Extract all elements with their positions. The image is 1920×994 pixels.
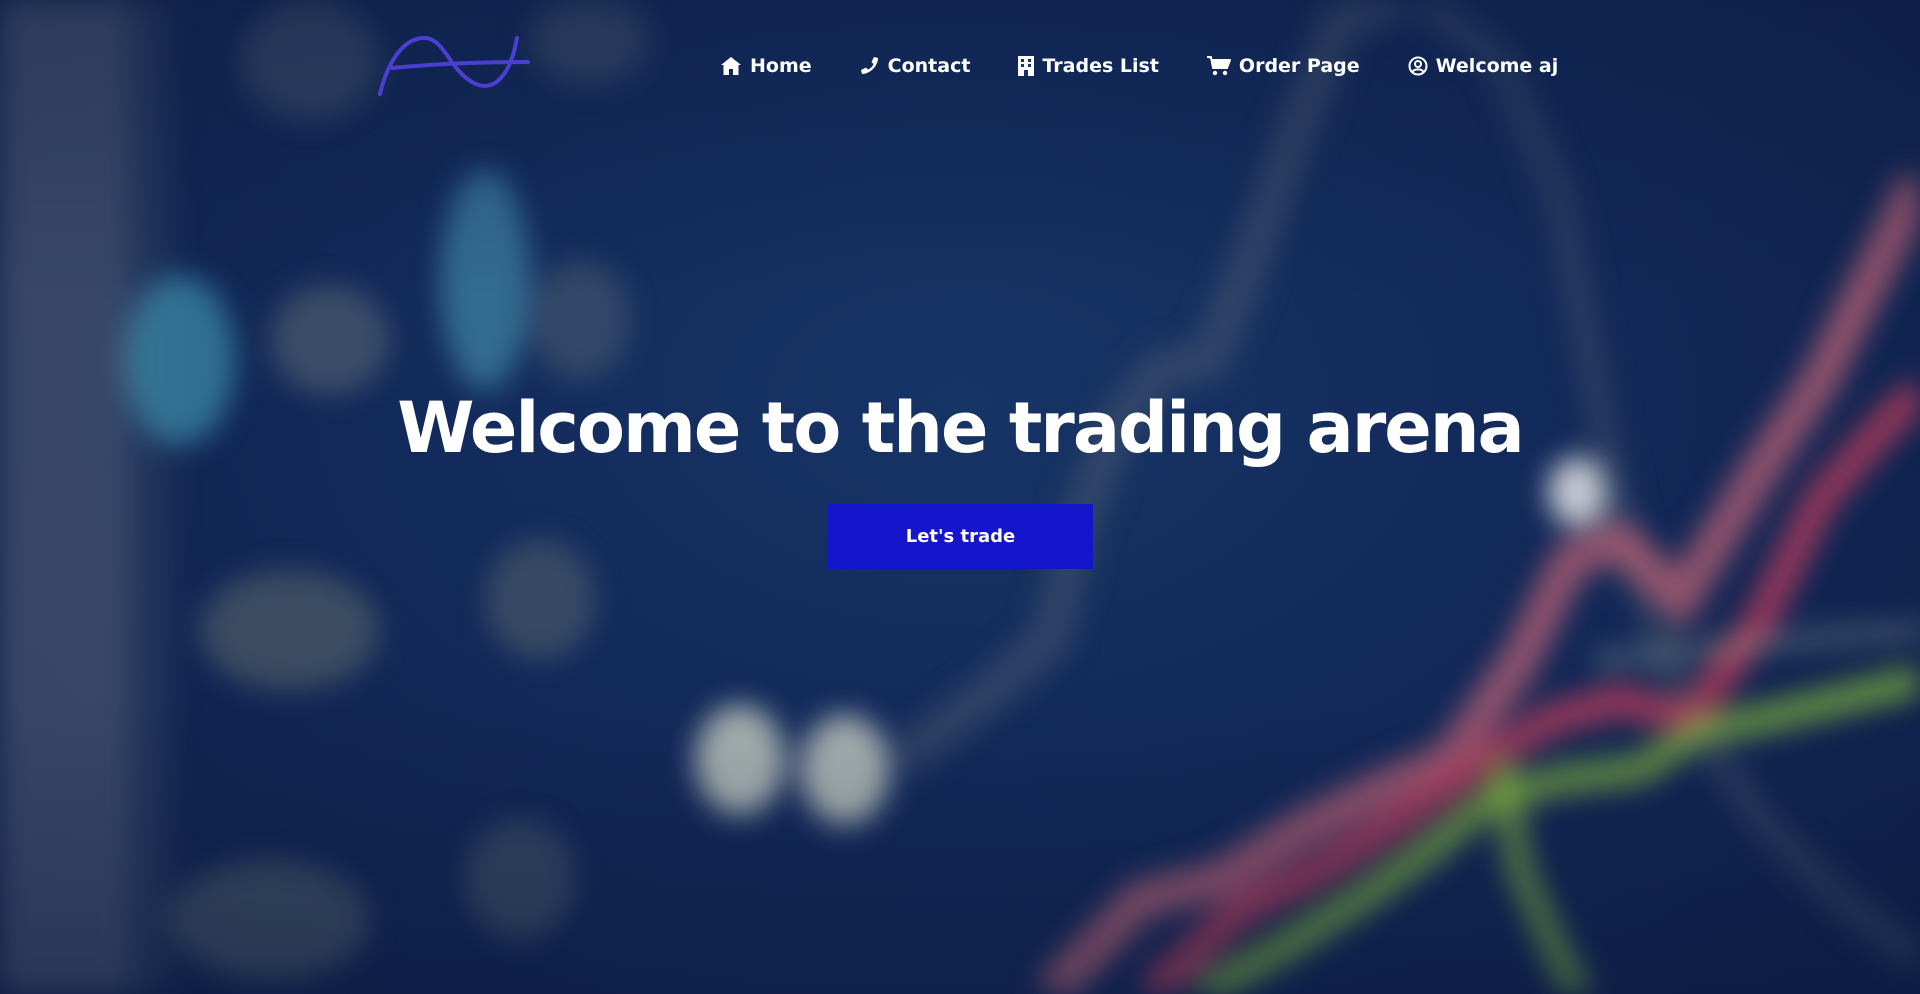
nav-trades-list[interactable]: Trades List — [1018, 55, 1159, 77]
wave-logo[interactable] — [372, 28, 532, 100]
cart-icon — [1206, 56, 1231, 76]
nav-order-page-label: Order Page — [1238, 55, 1360, 77]
hero-section: Home Contact Trades List Order Page Welc… — [0, 0, 1920, 994]
phone-icon — [860, 57, 878, 74]
lets-trade-button[interactable]: Let's trade — [828, 504, 1093, 569]
nav-home-label: Home — [750, 55, 812, 77]
top-navbar: Home Contact Trades List Order Page Welc… — [0, 0, 1920, 130]
nav-user-welcome-label: Welcome aj — [1435, 55, 1559, 77]
nav-links: Home Contact Trades List Order Page Welc… — [720, 50, 1558, 82]
nav-contact-label: Contact — [887, 55, 971, 77]
nav-trades-list-label: Trades List — [1042, 55, 1159, 77]
building-icon — [1018, 56, 1035, 76]
home-icon — [721, 57, 741, 75]
background-overlay — [0, 0, 1920, 994]
nav-contact[interactable]: Contact — [860, 55, 971, 77]
nav-home[interactable]: Home — [720, 55, 812, 77]
nav-order-page[interactable]: Order Page — [1206, 55, 1360, 77]
user-circle-icon — [1408, 56, 1428, 76]
hero-title: Welcome to the trading arena — [397, 387, 1525, 469]
nav-user-welcome[interactable]: Welcome aj — [1408, 55, 1559, 77]
